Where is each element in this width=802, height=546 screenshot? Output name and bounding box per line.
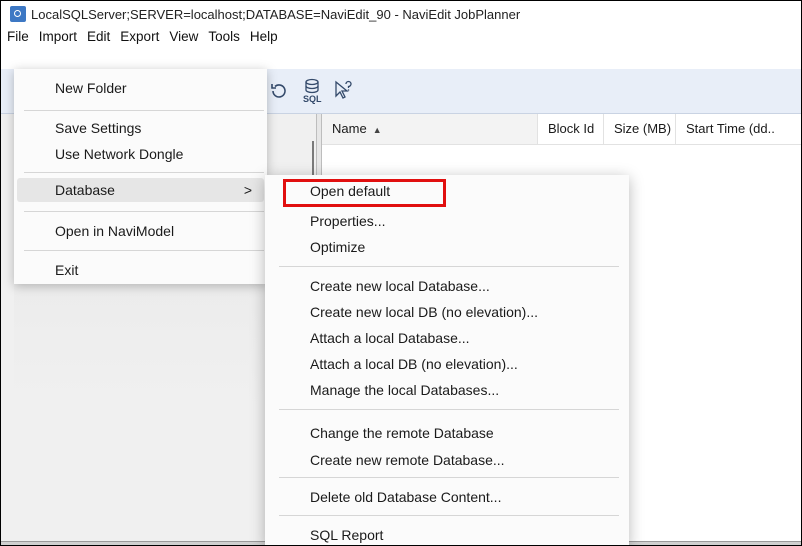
menu-tools[interactable]: Tools [203,27,245,47]
file-menu-open-in-navimodel[interactable]: Open in NaviModel [14,219,267,243]
window-title: LocalSQLServer;SERVER=localhost;DATABASE… [31,6,521,22]
database-submenu: Open default Properties... Optimize Crea… [265,175,629,545]
tree-connector [312,141,314,175]
db-manage-local[interactable]: Manage the local Databases... [265,378,629,402]
menu-separator [24,172,264,173]
db-create-new-local[interactable]: Create new local Database... [265,274,629,298]
help-cursor-icon[interactable] [333,78,353,104]
column-header-block-id[interactable]: Block Id [538,114,604,144]
file-menu-new-folder[interactable]: New Folder [14,76,267,100]
menu-file[interactable]: File [1,27,34,47]
menu-import[interactable]: Import [34,27,82,47]
column-header-size[interactable]: Size (MB) [604,114,676,144]
file-menu-database-label: Database [55,182,115,198]
menu-edit[interactable]: Edit [82,27,115,47]
file-menu-database[interactable]: Database > [17,178,264,202]
title-bar: LocalSQLServer;SERVER=localhost;DATABASE… [1,1,801,27]
highlight-annotation [283,179,446,207]
menu-bar: File Import Edit Export View Tools Help [1,27,801,47]
db-create-new-local-no-elevation[interactable]: Create new local DB (no elevation)... [265,300,629,324]
db-delete-old-content[interactable]: Delete old Database Content... [265,485,629,509]
app-icon [10,6,26,22]
menu-export[interactable]: Export [115,27,164,47]
menu-separator [279,515,619,516]
menu-view[interactable]: View [164,27,203,47]
file-menu-use-network-dongle[interactable]: Use Network Dongle [14,142,267,166]
file-menu-dropdown: New Folder Save Settings Use Network Don… [14,69,267,284]
db-sql-report[interactable]: SQL Report [265,523,629,545]
grid-header: Name ▲ Block Id Size (MB) Start Time (dd.… [322,114,801,145]
db-properties[interactable]: Properties... [265,209,629,233]
menu-separator [279,409,619,410]
menu-separator [24,211,264,212]
file-menu-exit[interactable]: Exit [14,258,267,282]
refresh-icon[interactable] [269,78,289,104]
menu-help[interactable]: Help [245,27,283,47]
db-change-remote[interactable]: Change the remote Database [265,421,629,445]
column-header-start-time[interactable]: Start Time (dd.. [676,114,801,144]
column-header-name[interactable]: Name ▲ [322,114,538,144]
db-attach-local[interactable]: Attach a local Database... [265,326,629,350]
menu-separator [279,477,619,478]
chevron-right-icon: > [243,182,252,198]
file-menu-save-settings[interactable]: Save Settings [14,116,267,140]
menu-separator [24,250,264,251]
db-optimize[interactable]: Optimize [265,235,629,259]
db-create-new-remote[interactable]: Create new remote Database... [265,448,629,472]
db-attach-local-no-elevation[interactable]: Attach a local DB (no elevation)... [265,352,629,376]
menu-separator [279,266,619,267]
menu-separator [24,110,264,111]
menu-shadow-area [14,284,267,404]
app-window: LocalSQLServer;SERVER=localhost;DATABASE… [0,0,802,546]
sort-ascending-icon: ▲ [372,125,382,135]
column-name-label: Name [332,121,367,136]
